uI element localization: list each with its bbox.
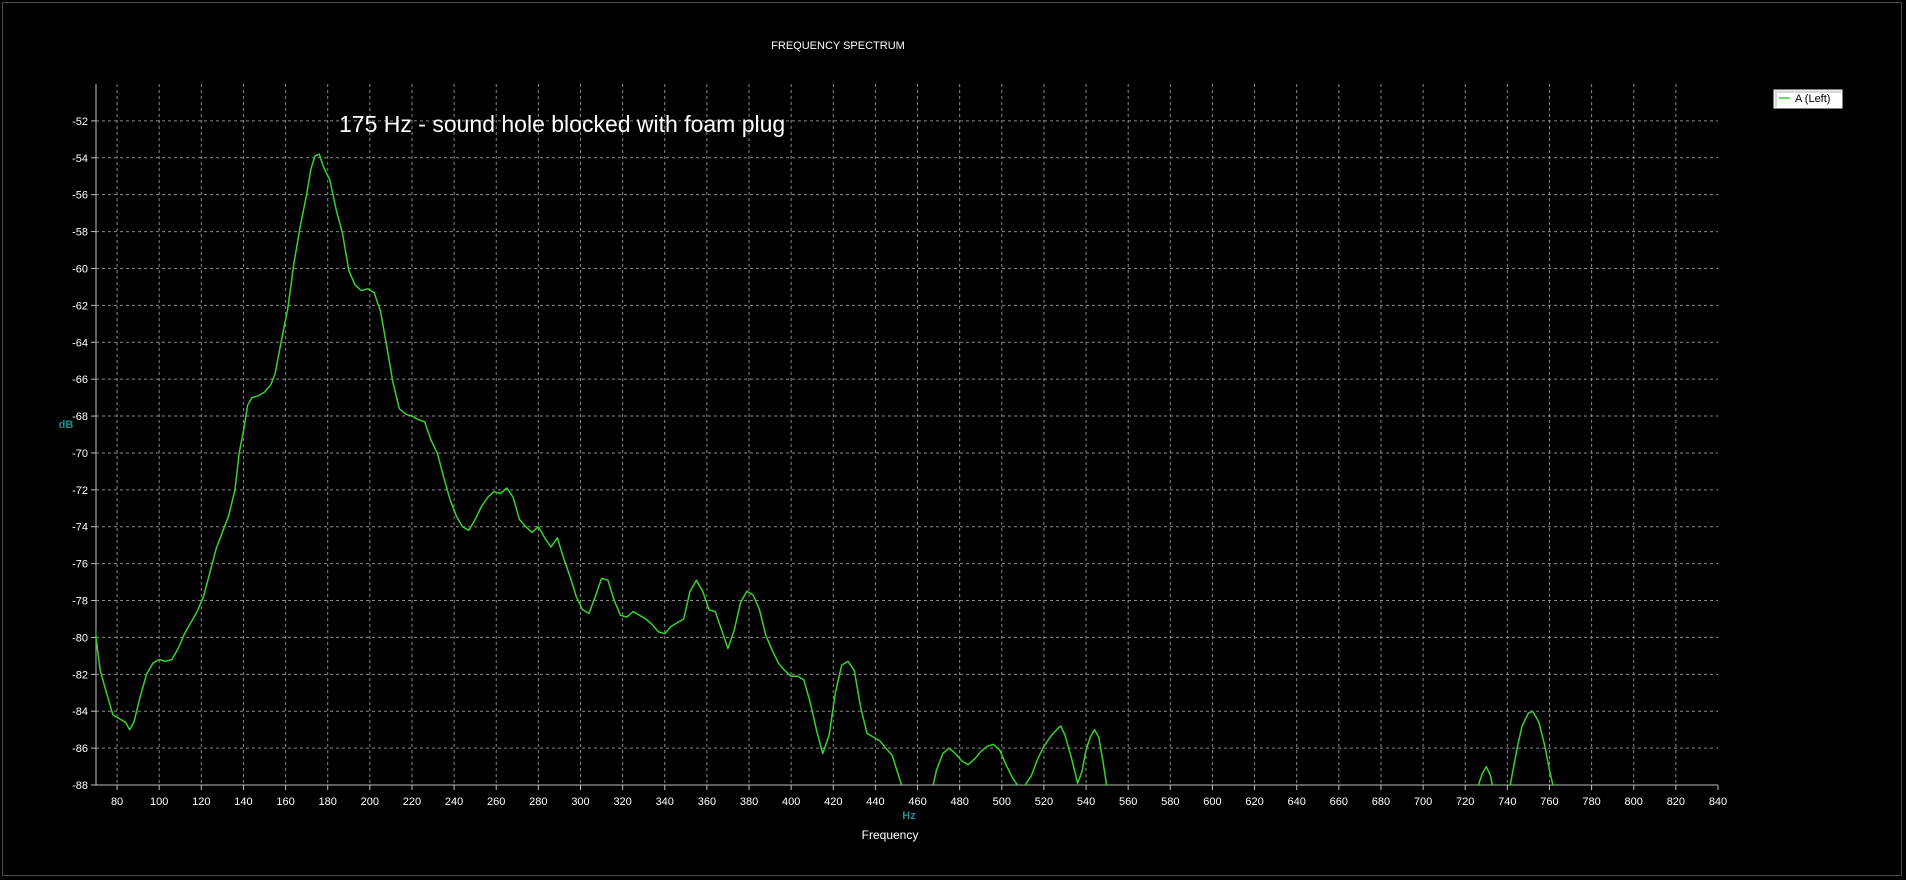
x-tick-label: 160	[276, 796, 294, 808]
x-axis-label: Frequency	[862, 828, 919, 842]
y-tick-label: -88	[72, 780, 88, 792]
y-tick-label: -64	[72, 337, 88, 349]
x-tick-label: 360	[698, 796, 716, 808]
x-tick-label: 600	[1203, 796, 1221, 808]
y-tick-label: -76	[72, 559, 88, 571]
x-tick-label: 820	[1667, 796, 1685, 808]
x-tick-label: 760	[1540, 796, 1558, 808]
x-axis-unit: Hz	[902, 810, 916, 822]
legend-label: A (Left)	[1795, 93, 1830, 105]
series-line-segment	[1509, 710, 1554, 785]
y-tick-label: -78	[72, 596, 88, 608]
chart-title: FREQUENCY SPECTRUM	[771, 40, 905, 52]
y-tick-label: -86	[72, 743, 88, 755]
x-tick-label: 400	[782, 796, 800, 808]
series-layer	[96, 153, 1554, 785]
x-tick-label: 280	[529, 796, 547, 808]
y-tick-label: -52	[72, 116, 88, 128]
x-tick-label: 240	[445, 796, 463, 808]
series-line-segment	[932, 725, 1108, 785]
x-tick-label: 260	[487, 796, 505, 808]
y-tick-labels: -52 -54 -56 -58 -60 -62 -64 -66 -68 -70 -72 -74 -76 -…	[72, 116, 88, 792]
x-tick-label: 500	[993, 796, 1011, 808]
peak-annotation: 175 Hz - sound hole blocked with foam pl…	[339, 111, 785, 137]
y-tick-label: -58	[72, 227, 88, 239]
y-tick-label: -54	[72, 153, 88, 165]
x-tick-label: 620	[1245, 796, 1263, 808]
y-axis-label: dB	[59, 419, 74, 431]
x-tick-label: 460	[908, 796, 926, 808]
x-tick-label: 100	[150, 796, 168, 808]
x-tick-label: 80	[111, 796, 123, 808]
x-tick-label: 680	[1372, 796, 1390, 808]
y-tick-label: -66	[72, 374, 88, 386]
x-tick-label: 380	[740, 796, 758, 808]
x-tick-label: 800	[1625, 796, 1643, 808]
y-tick-label: -70	[72, 448, 88, 460]
x-tick-label: 720	[1456, 796, 1474, 808]
x-tick-labels: 80 100 120 140 160 180 200 220 240 260 280 300 320 34…	[111, 796, 1727, 808]
x-tick-label: 200	[361, 796, 379, 808]
x-tick-label: 660	[1330, 796, 1348, 808]
y-tick-label: -68	[72, 411, 88, 423]
x-tick-label: 180	[319, 796, 337, 808]
x-tick-label: 560	[1119, 796, 1137, 808]
y-tick-label: -62	[72, 300, 88, 312]
x-tick-label: 300	[571, 796, 589, 808]
frequency-spectrum-chart: FREQUENCY SPECTRUM 80 100 120 140 160 180 200 2…	[59, 40, 1843, 842]
y-tick-label: -56	[72, 190, 88, 202]
series-line-segment	[96, 153, 903, 785]
grid	[96, 84, 1718, 785]
x-tick-label: 120	[192, 796, 210, 808]
series-line-segment	[1477, 765, 1494, 785]
x-tick-label: 840	[1709, 796, 1727, 808]
y-tick-label: -72	[72, 485, 88, 497]
x-tick-label: 140	[234, 796, 252, 808]
x-tick-label: 340	[656, 796, 674, 808]
legend[interactable]: A (Left)	[1773, 89, 1843, 109]
x-tick-label: 480	[950, 796, 968, 808]
x-tick-label: 580	[1161, 796, 1179, 808]
x-tick-label: 700	[1414, 796, 1432, 808]
x-tick-label: 420	[824, 796, 842, 808]
axes	[91, 84, 1719, 790]
x-tick-label: 440	[866, 796, 884, 808]
x-tick-label: 540	[1077, 796, 1095, 808]
x-tick-label: 780	[1582, 796, 1600, 808]
y-tick-label: -60	[72, 263, 88, 275]
y-tick-label: -84	[72, 706, 88, 718]
y-tick-label: -74	[72, 522, 88, 534]
x-tick-label: 220	[403, 796, 421, 808]
y-tick-label: -82	[72, 669, 88, 681]
x-tick-label: 520	[1035, 796, 1053, 808]
x-tick-label: 740	[1498, 796, 1516, 808]
y-tick-label: -80	[72, 632, 88, 644]
x-tick-label: 320	[613, 796, 631, 808]
x-tick-label: 640	[1288, 796, 1306, 808]
